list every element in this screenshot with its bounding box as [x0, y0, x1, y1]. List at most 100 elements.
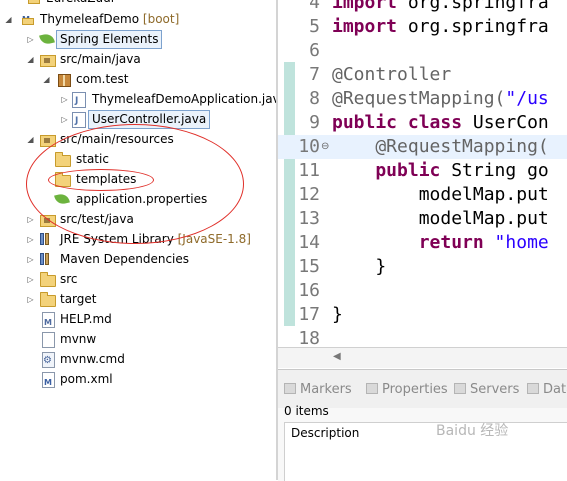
- file-icon: [42, 332, 55, 348]
- markers-icon: [284, 383, 296, 394]
- line-number: 10: [298, 136, 320, 157]
- spring-leaf-icon: [39, 32, 55, 46]
- tree-item-label: static: [76, 152, 109, 166]
- code-line-11: public String go: [332, 160, 549, 181]
- line-number: 6: [309, 40, 320, 61]
- line-number: 16: [298, 280, 320, 301]
- tab-label: Properties: [382, 382, 448, 397]
- tab-properties[interactable]: Properties: [366, 381, 448, 399]
- tree-item-label: src/main/resources: [60, 132, 174, 146]
- markdown-file-icon: [42, 312, 55, 332]
- line-number: 7: [309, 64, 320, 85]
- tree-item-label: HELP.md: [60, 312, 112, 326]
- java-file-icon: [72, 112, 86, 131]
- folder-icon: [55, 152, 71, 167]
- line-number: 8: [309, 88, 320, 109]
- properties-icon: [366, 383, 378, 394]
- tree-item-label: src/test/java: [60, 212, 134, 226]
- library-icon: [40, 253, 54, 265]
- xml-file-icon: [42, 372, 55, 392]
- servers-icon: [454, 383, 466, 394]
- project-name: ThymeleafDemo: [40, 12, 140, 26]
- line-number: 17: [298, 304, 320, 325]
- library-icon: [40, 233, 54, 245]
- line-number: 5: [309, 16, 320, 37]
- line-number: 13: [298, 208, 320, 229]
- watermark: Baidu 经验: [436, 423, 509, 439]
- collapse-arrow-icon[interactable]: ◢: [26, 130, 35, 149]
- source-folder-icon: [40, 215, 56, 227]
- tab-label: Servers: [470, 382, 520, 397]
- expand-arrow-icon[interactable]: ▷: [26, 230, 35, 249]
- code-line-9: public class UserCon: [332, 112, 549, 133]
- line-number: 11: [298, 160, 320, 181]
- line-number: 14: [298, 232, 320, 253]
- tree-item-label: target: [60, 292, 97, 306]
- line-number: 9: [309, 112, 320, 133]
- tree-item-label: application.properties: [76, 192, 208, 206]
- expand-arrow-icon[interactable]: ▷: [26, 290, 35, 309]
- tree-item-label: Maven Dependencies: [60, 252, 190, 266]
- package-icon: [58, 74, 71, 87]
- tree-item-label: mvnw: [60, 332, 97, 346]
- project-explorer: EurekaZuul ◢ ThymeleafDemo [boot] ▷ Spri…: [0, 0, 276, 480]
- code-line-17: }: [332, 304, 343, 325]
- tab-label: Markers: [300, 382, 352, 397]
- folder-icon: [55, 172, 71, 187]
- maven-project-icon: [22, 10, 35, 29]
- code-line-13: modelMap.put: [332, 208, 549, 229]
- expand-arrow-icon[interactable]: ▷: [26, 210, 35, 229]
- column-header-label: Description: [291, 426, 360, 440]
- java-file-icon: [72, 92, 86, 111]
- view-tab-bar: Markers Properties Servers Data: [278, 370, 567, 408]
- jre-decoration: [JavaSE-1.8]: [177, 232, 251, 246]
- tree-item-label: EurekaZuul: [46, 0, 114, 8]
- code-line-14: return "home: [332, 232, 549, 253]
- folder-icon: [40, 292, 56, 307]
- tree-item-label: UserController.java: [88, 110, 211, 129]
- spring-leaf-icon: [54, 192, 70, 206]
- cmd-file-icon: [42, 351, 55, 370]
- expand-arrow-icon[interactable]: ▷: [60, 90, 69, 109]
- folder-icon: [40, 272, 56, 287]
- collapse-arrow-icon[interactable]: ◢: [4, 10, 13, 29]
- expand-arrow-icon[interactable]: ▷: [26, 250, 35, 269]
- collapse-arrow-icon[interactable]: ◢: [42, 70, 51, 89]
- project-decoration: [boot]: [142, 12, 180, 26]
- code-line-15: }: [332, 256, 387, 277]
- tree-item-label: mvnw.cmd: [60, 352, 125, 366]
- editor-horizontal-scrollbar[interactable]: ◀: [278, 347, 567, 368]
- tab-data[interactable]: Data: [527, 381, 567, 399]
- source-folder-icon: [40, 135, 56, 147]
- code-line-12: modelMap.put: [332, 184, 549, 205]
- tree-item-label: com.test: [76, 72, 129, 86]
- code-line-4: import org.springfra: [332, 0, 549, 13]
- source-folder-icon: [40, 55, 56, 67]
- fold-toggle-icon[interactable]: ⊖: [321, 141, 329, 152]
- data-icon: [527, 383, 539, 394]
- line-number: 4: [309, 0, 320, 13]
- tab-servers[interactable]: Servers: [454, 381, 519, 399]
- collapse-arrow-icon[interactable]: ◢: [26, 50, 35, 69]
- expand-arrow-icon[interactable]: ▷: [26, 30, 35, 49]
- code-editor[interactable]: 4 5 6 7 8 9 10 11 12 13 14 15 16 17 18 ⊖…: [278, 0, 567, 355]
- tree-item-label: ThymeleafDemoApplication.java: [92, 92, 276, 106]
- line-number: 15: [298, 256, 320, 277]
- line-number: 12: [298, 184, 320, 205]
- maven-project-icon: [28, 0, 41, 8]
- code-line-8: @RequestMapping("/us: [332, 88, 549, 109]
- scroll-left-icon[interactable]: ◀: [333, 351, 341, 362]
- tree-item-label: Spring Elements: [56, 30, 163, 49]
- tree-item-label: templates: [76, 172, 137, 186]
- expand-arrow-icon[interactable]: ▷: [26, 270, 35, 289]
- tree-item-label: src/main/java: [60, 52, 141, 66]
- expand-arrow-icon[interactable]: ▷: [60, 110, 69, 129]
- change-ruler: [284, 62, 295, 326]
- items-count: 0 items: [284, 404, 329, 418]
- tree-item-label: JRE System Library: [60, 232, 174, 246]
- code-line-10: @RequestMapping(: [332, 136, 549, 157]
- tab-markers[interactable]: Markers: [284, 381, 352, 399]
- code-line-5: import org.springfra: [332, 16, 549, 37]
- tree-item-label: pom.xml: [60, 372, 113, 386]
- code-line-7: @Controller: [332, 64, 452, 85]
